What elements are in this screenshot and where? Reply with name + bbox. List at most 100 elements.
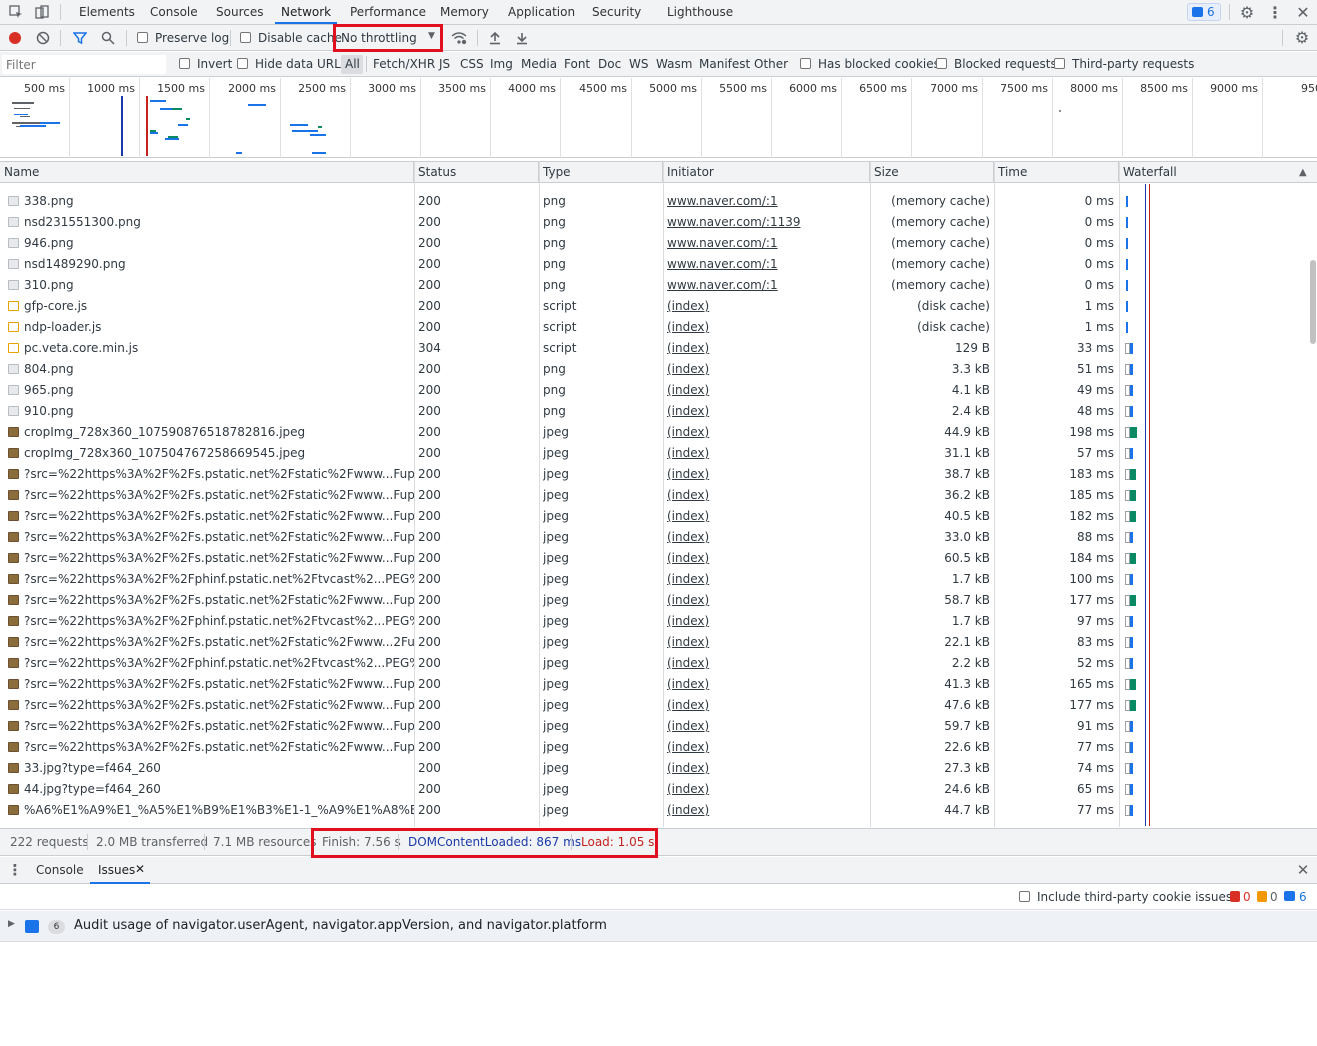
inspect-element-icon[interactable] [6,2,26,22]
table-row[interactable]: %A6%E1%A9%E1_%A5%E1%B9%E1%B3%E1-1_%A9%E1… [0,800,1308,821]
export-har-icon[interactable] [512,28,532,48]
table-row[interactable]: ?src=%22https%3A%2F%2Fphinf.pstatic.net%… [0,611,1308,632]
cell-initiator[interactable]: (index) [667,737,867,758]
cell-initiator[interactable]: (index) [667,422,867,443]
filter-icon[interactable] [70,28,90,48]
table-row[interactable]: ?src=%22https%3A%2F%2Fs.pstatic.net%2Fst… [0,506,1308,527]
table-row[interactable]: ?src=%22https%3A%2F%2Fs.pstatic.net%2Fst… [0,527,1308,548]
cell-initiator[interactable]: (index) [667,401,867,422]
cell-initiator[interactable]: (index) [667,485,867,506]
cell-initiator[interactable]: (index) [667,569,867,590]
clear-icon[interactable] [33,28,53,48]
table-row[interactable]: ?src=%22https%3A%2F%2Fs.pstatic.net%2Fst… [0,674,1308,695]
include-third-party-cookie-checkbox[interactable] [1019,891,1030,902]
scrollbar-thumb[interactable] [1310,260,1316,344]
issues-badge[interactable]: 6 [1187,3,1221,21]
table-row[interactable]: ?src=%22https%3A%2F%2Fs.pstatic.net%2Fst… [0,464,1308,485]
third-party-requests-checkbox[interactable] [1054,58,1065,69]
table-row[interactable]: 804.png 200 png (index) 3.3 kB 51 ms [0,359,1308,380]
table-row[interactable]: ndp-loader.js 200 script (index) (disk cache… [0,317,1308,338]
type-filter-media[interactable]: Media [521,57,557,71]
table-row[interactable]: nsd1489290.png 200 png www.naver.com/:1 (mem… [0,254,1308,275]
column-header-waterfall[interactable]: Waterfall ▲ [1119,162,1317,183]
cell-initiator[interactable]: (index) [667,317,867,338]
table-row[interactable]: 910.png 200 png (index) 2.4 kB 48 ms [0,401,1308,422]
tab-lighthouse[interactable]: Lighthouse [661,0,739,24]
cell-initiator[interactable]: (index) [667,548,867,569]
network-conditions-wifi-icon[interactable] [449,28,469,48]
table-row[interactable]: 965.png 200 png (index) 4.1 kB 49 ms [0,380,1308,401]
throttling-select[interactable]: No throttling ▼ [336,28,440,48]
cell-initiator[interactable]: (index) [667,611,867,632]
type-filter-ws[interactable]: WS [629,57,648,71]
preserve-log-checkbox[interactable] [137,32,148,43]
type-filter-other[interactable]: Other [754,57,788,71]
cell-initiator[interactable]: (index) [667,695,867,716]
cell-initiator[interactable]: (index) [667,800,867,821]
tab-network[interactable]: Network [275,0,338,24]
more-options-icon[interactable]: ⋮ [1265,2,1285,22]
disable-cache-checkbox[interactable] [240,32,251,43]
filter-input[interactable] [2,55,166,74]
cell-initiator[interactable]: (index) [667,296,867,317]
tab-application[interactable]: Application [502,0,581,24]
column-header-type[interactable]: Type [539,162,663,183]
table-row[interactable]: 33.jpg?type=f464_260 200 jpeg (index) 27.3 k… [0,758,1308,779]
column-header-size[interactable]: Size [870,162,994,183]
drawer-tab-console[interactable]: Console [36,857,84,884]
cell-initiator[interactable]: (index) [667,653,867,674]
table-row[interactable]: ?src=%22https%3A%2F%2Fs.pstatic.net%2Fst… [0,716,1308,737]
record-icon[interactable] [9,32,21,44]
drawer-tab-issues[interactable]: Issues ✕ [90,857,150,884]
cell-initiator[interactable]: (index) [667,443,867,464]
table-row[interactable]: ?src=%22https%3A%2F%2Fs.pstatic.net%2Fst… [0,737,1308,758]
table-row-partial[interactable] [0,183,1308,191]
cell-initiator[interactable]: (index) [667,716,867,737]
type-filter-css[interactable]: CSS [460,57,484,71]
settings-gear-icon[interactable]: ⚙ [1237,2,1257,22]
tab-performance[interactable]: Performance [344,0,432,24]
search-icon[interactable] [98,28,118,48]
cell-initiator[interactable]: www.naver.com/:1 [667,275,867,296]
table-row[interactable]: ?src=%22https%3A%2F%2Fs.pstatic.net%2Fst… [0,695,1308,716]
invert-checkbox[interactable] [179,58,190,69]
tab-console[interactable]: Console [144,0,204,24]
type-filter-manifest[interactable]: Manifest [699,57,750,71]
cell-initiator[interactable]: (index) [667,758,867,779]
cell-initiator[interactable]: (index) [667,338,867,359]
table-row[interactable]: ?src=%22https%3A%2F%2Fs.pstatic.net%2Fst… [0,590,1308,611]
close-drawer-icon[interactable]: ✕ [1293,860,1313,880]
column-header-name[interactable]: Name [0,162,414,183]
table-row[interactable]: ?src=%22https%3A%2F%2Fs.pstatic.net%2Fst… [0,548,1308,569]
table-scrollbar[interactable] [1308,184,1317,826]
network-settings-gear-icon[interactable]: ⚙ [1292,27,1312,47]
type-filter-js[interactable]: JS [439,57,450,71]
cell-initiator[interactable]: (index) [667,779,867,800]
cell-initiator[interactable]: (index) [667,464,867,485]
table-row[interactable]: pc.veta.core.min.js 304 script (index) 129 B… [0,338,1308,359]
column-header-time[interactable]: Time [994,162,1119,183]
tab-elements[interactable]: Elements [73,0,141,24]
cell-initiator[interactable]: www.naver.com/:1 [667,233,867,254]
cell-initiator[interactable]: (index) [667,632,867,653]
drawer-menu-icon[interactable]: ⋮ [5,860,25,880]
type-filter-all[interactable]: All [345,57,360,71]
table-row[interactable]: cropImg_728x360_107590876518782816.jpeg 2… [0,422,1308,443]
type-filter-doc[interactable]: Doc [598,57,621,71]
type-filter-fetch-xhr[interactable]: Fetch/XHR [373,57,435,71]
column-header-initiator[interactable]: Initiator [663,162,870,183]
expand-arrow-icon[interactable]: ▶ [8,919,15,929]
table-row[interactable]: ?src=%22https%3A%2F%2Fphinf.pstatic.net%… [0,653,1308,674]
device-toolbar-icon[interactable] [32,2,52,22]
table-row[interactable]: ?src=%22https%3A%2F%2Fs.pstatic.net%2Fst… [0,485,1308,506]
type-filter-wasm[interactable]: Wasm [656,57,692,71]
has-blocked-cookies-checkbox[interactable] [800,58,811,69]
cell-initiator[interactable]: www.naver.com/:1 [667,254,867,275]
table-row[interactable]: cropImg_728x360_107504767258669545.jpeg 2… [0,443,1308,464]
table-row[interactable]: 310.png 200 png www.naver.com/:1 (memory cac… [0,275,1308,296]
cell-initiator[interactable]: (index) [667,359,867,380]
table-row[interactable]: 946.png 200 png www.naver.com/:1 (memory cac… [0,233,1308,254]
issue-item[interactable]: ▶ 6 Audit usage of navigator.userAgent, … [0,911,1317,942]
type-filter-font[interactable]: Font [564,57,590,71]
blocked-requests-checkbox[interactable] [936,58,947,69]
